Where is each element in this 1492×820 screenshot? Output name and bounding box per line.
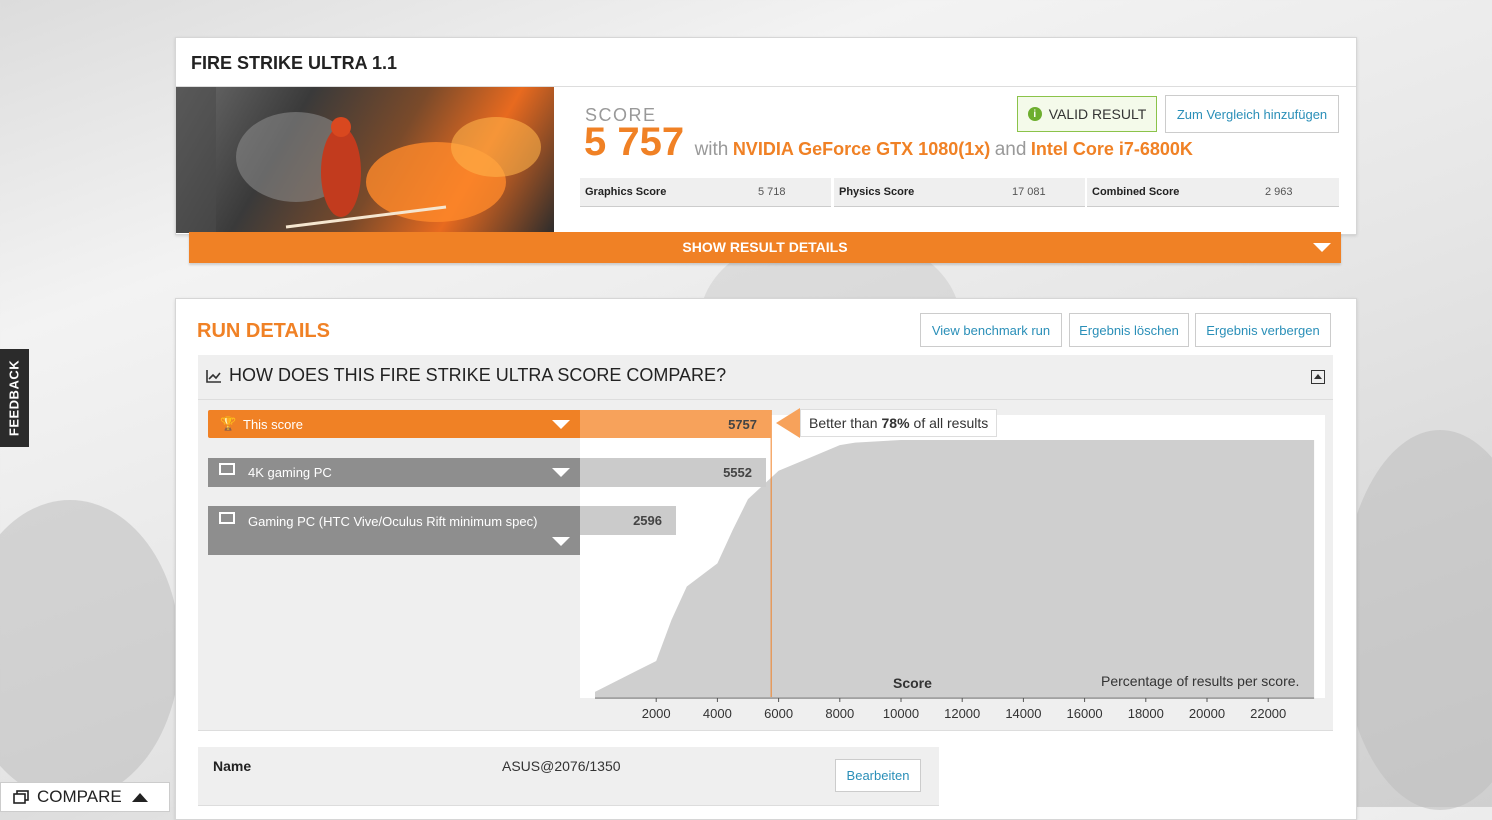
- better-than-percent: 78%: [881, 415, 910, 431]
- x-tick-label: 20000: [1188, 706, 1226, 721]
- better-than-callout: Better than 78% of all results: [800, 409, 998, 437]
- vr-gaming-pc-bar: 2596: [580, 506, 676, 535]
- chevron-down-icon[interactable]: [552, 420, 570, 429]
- compare-row-value: 5552: [723, 465, 752, 480]
- name-label: Name: [213, 758, 252, 774]
- compare-tab[interactable]: COMPARE: [0, 782, 170, 812]
- x-tick-label: 22000: [1250, 706, 1287, 721]
- x-tick-label: 12000: [944, 706, 981, 721]
- x-tick-label: 16000: [1066, 706, 1103, 721]
- compare-list-icon: [13, 790, 29, 804]
- trophy-icon: 🏆: [220, 416, 237, 431]
- vr-gaming-pc-row[interactable]: Gaming PC (HTC Vive/Oculus Rift minimum …: [208, 506, 580, 555]
- compare-row-label: 4K gaming PC: [248, 465, 332, 480]
- better-than-pointer: [776, 408, 800, 438]
- compare-row-value: 2596: [633, 513, 662, 528]
- better-than-suffix: of all results: [913, 415, 989, 431]
- x-tick-label: 10000: [882, 706, 920, 721]
- edit-name-button[interactable]: Bearbeiten: [835, 759, 921, 792]
- compare-label: COMPARE: [37, 787, 122, 806]
- compare-row-value: 5757: [728, 416, 757, 432]
- chevron-down-icon[interactable]: [552, 537, 570, 546]
- x-tick-label: 4000: [702, 706, 732, 721]
- monitor-icon: [219, 463, 235, 475]
- 4k-gaming-pc-row[interactable]: 4K gaming PC: [208, 458, 580, 487]
- x-tick-label: 14000: [1005, 706, 1042, 721]
- this-score-row[interactable]: 🏆 This score: [208, 410, 580, 438]
- x-tick-label: 8000: [825, 706, 855, 721]
- compare-row-label: This score: [243, 417, 303, 432]
- chevron-down-icon[interactable]: [552, 468, 570, 477]
- 4k-gaming-pc-bar: 5552: [580, 458, 766, 487]
- score-axis-label: Score: [893, 675, 932, 691]
- name-row: Name ASUS@2076/1350 Bearbeiten: [198, 747, 939, 806]
- chevron-up-icon: [131, 792, 148, 802]
- distribution-note: Percentage of results per score.: [1101, 673, 1300, 689]
- x-tick-label: 2000: [641, 706, 671, 721]
- compare-row-label: Gaming PC (HTC Vive/Oculus Rift minimum …: [248, 514, 538, 529]
- x-tick-label: 6000: [764, 706, 794, 721]
- better-than-prefix: Better than: [809, 415, 878, 431]
- monitor-icon: [219, 512, 235, 524]
- this-score-bar: 5757: [580, 410, 771, 438]
- name-value: ASUS@2076/1350: [502, 758, 621, 774]
- x-tick-label: 18000: [1127, 706, 1164, 721]
